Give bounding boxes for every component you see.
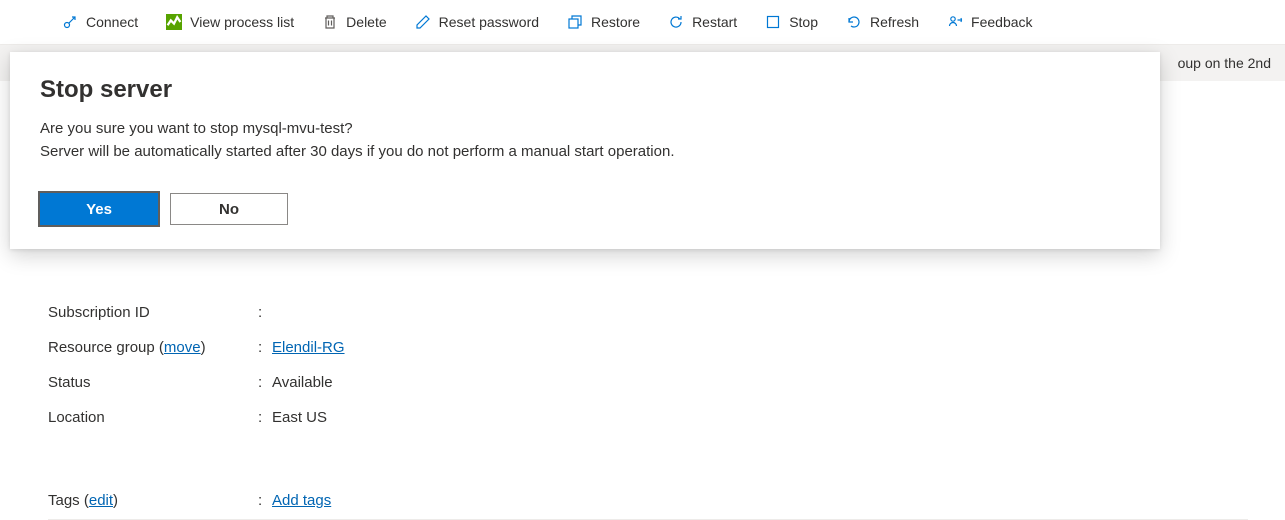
connect-button[interactable]: Connect [48, 8, 152, 36]
view-process-list-label: View process list [190, 14, 294, 30]
dialog-title: Stop server [40, 76, 1130, 104]
delete-button[interactable]: Delete [308, 8, 400, 36]
process-list-icon [166, 14, 182, 30]
resource-group-move-link[interactable]: move [164, 339, 201, 356]
location-label: Location [48, 409, 258, 426]
status-row: Status : Available [48, 365, 1285, 400]
subscription-id-label: Subscription ID [48, 304, 258, 321]
status-value: Available [272, 374, 333, 391]
banner-text: oup on the 2nd [1178, 55, 1271, 71]
reset-password-label: Reset password [439, 14, 539, 30]
pencil-icon [415, 14, 431, 30]
restore-label: Restore [591, 14, 640, 30]
tags-edit-link[interactable]: edit [89, 492, 113, 509]
status-label: Status [48, 374, 258, 391]
stop-icon [765, 14, 781, 30]
delete-label: Delete [346, 14, 386, 30]
view-process-list-button[interactable]: View process list [152, 8, 308, 36]
restore-icon [567, 14, 583, 30]
feedback-icon [947, 14, 963, 30]
resource-group-label: Resource group [48, 339, 155, 356]
stop-label: Stop [789, 14, 818, 30]
location-row: Location : East US [48, 400, 1285, 435]
restart-label: Restart [692, 14, 737, 30]
restart-icon [668, 14, 684, 30]
add-tags-link[interactable]: Add tags [272, 492, 331, 509]
refresh-label: Refresh [870, 14, 919, 30]
toolbar: Connect View process list Delete Reset p… [0, 0, 1285, 45]
feedback-label: Feedback [971, 14, 1032, 30]
connect-label: Connect [86, 14, 138, 30]
tags-label: Tags [48, 492, 80, 509]
refresh-icon [846, 14, 862, 30]
stop-button[interactable]: Stop [751, 8, 832, 36]
resource-group-row: Resource group (move) : Elendil-RG [48, 330, 1285, 365]
location-value: East US [272, 409, 327, 426]
dialog-line2: Server will be automatically started aft… [40, 141, 1130, 164]
dialog-body: Are you sure you want to stop mysql-mvu-… [40, 118, 1130, 163]
reset-password-button[interactable]: Reset password [401, 8, 553, 36]
no-button[interactable]: No [170, 193, 288, 225]
trash-icon [322, 14, 338, 30]
feedback-button[interactable]: Feedback [933, 8, 1046, 36]
yes-button[interactable]: Yes [40, 193, 158, 225]
restart-button[interactable]: Restart [654, 8, 751, 36]
tags-row: Tags (edit) : Add tags [48, 483, 1248, 520]
refresh-button[interactable]: Refresh [832, 8, 933, 36]
restore-button[interactable]: Restore [553, 8, 654, 36]
dialog-actions: Yes No [40, 193, 1130, 225]
subscription-id-row: Subscription ID : [48, 295, 1285, 330]
connect-icon [62, 14, 78, 30]
details-panel: Subscription ID : Resource group (move) … [0, 291, 1285, 520]
dialog-line1: Are you sure you want to stop mysql-mvu-… [40, 118, 1130, 141]
resource-group-value-link[interactable]: Elendil-RG [272, 339, 345, 356]
stop-server-dialog: Stop server Are you sure you want to sto… [10, 52, 1160, 249]
